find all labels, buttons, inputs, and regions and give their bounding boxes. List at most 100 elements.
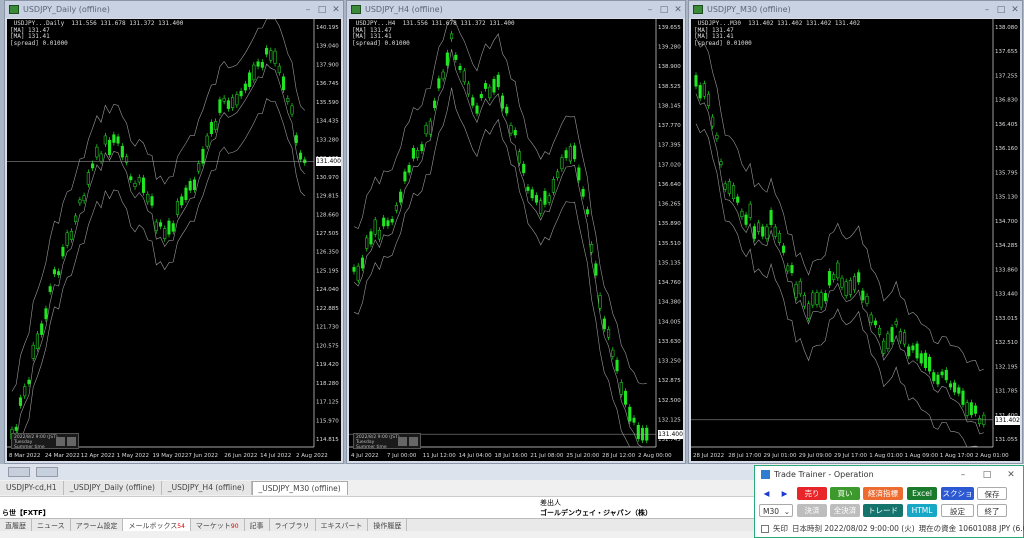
panel-button[interactable] xyxy=(56,437,65,446)
close-icon[interactable]: ✕ xyxy=(329,5,343,15)
y-tick-label: 133.280 xyxy=(316,137,339,143)
minimize-icon[interactable]: – xyxy=(980,5,994,15)
terminal-tab-news[interactable]: ニュース xyxy=(32,519,71,531)
maximize-icon[interactable]: □ xyxy=(315,5,329,15)
terminal-tab-market[interactable]: マーケット90 xyxy=(191,519,245,531)
panel-button[interactable] xyxy=(398,437,407,446)
y-tick-label: 133.250 xyxy=(658,359,681,365)
buy-button[interactable]: 買い xyxy=(830,487,860,500)
candle-body xyxy=(911,345,915,351)
chart-titlebar[interactable]: USDJPY_H4 (offline) – □ ✕ xyxy=(347,1,685,18)
close-icon[interactable]: ✕ xyxy=(671,5,685,15)
chart-plot[interactable]: 139.655 139.280 138.900 138.525 138.145 137.7… xyxy=(349,19,683,461)
terminal-tab-library[interactable]: ライブラリ xyxy=(270,519,316,531)
excel-button[interactable]: Excel xyxy=(907,487,937,500)
chart-tab[interactable]: _USDJPY_Daily (offline) xyxy=(63,481,162,495)
terminal-tab-experts[interactable]: エキスパート xyxy=(316,519,369,531)
candle-body xyxy=(18,397,23,406)
candle-body xyxy=(420,144,424,152)
candle-body xyxy=(226,100,230,109)
candle-body xyxy=(483,83,488,89)
panel-button[interactable] xyxy=(409,437,418,446)
terminal-tab-history[interactable]: 直履歴 xyxy=(0,519,32,531)
chart-plot[interactable]: 140.195 139.040 137.900 136.745 135.590 134.4… xyxy=(7,19,341,461)
y-tick-label: 133.630 xyxy=(658,339,681,345)
save-button[interactable]: 保存 xyxy=(977,487,1007,500)
terminal-tab-journal[interactable]: 操作履歴 xyxy=(368,519,408,531)
candle-body xyxy=(52,269,56,275)
panel-button[interactable] xyxy=(67,437,76,446)
candle-body xyxy=(44,308,48,320)
timeframe-select[interactable]: M30 ⌄ xyxy=(759,504,793,517)
maximize-icon[interactable]: □ xyxy=(994,5,1008,15)
y-tick-label: 117.125 xyxy=(316,400,339,406)
next-button[interactable]: ▶ xyxy=(777,487,792,500)
maximize-icon[interactable]: □ xyxy=(657,5,671,15)
candle-body xyxy=(915,343,919,359)
candle-body xyxy=(936,374,940,385)
chart-tab-active[interactable]: _USDJPY_M30 (offline) xyxy=(251,481,348,495)
japan-time: 日本時刻 2022/08/02 9:00:00 (火) xyxy=(792,524,915,533)
candle-body xyxy=(205,135,209,147)
candle-body xyxy=(294,135,298,143)
candle-body xyxy=(290,105,294,115)
chart-window-h4[interactable]: USDJPY_H4 (offline) – □ ✕ 139.655 139.280 13… xyxy=(346,0,686,464)
settle-all-button[interactable]: 全決済 xyxy=(830,504,860,517)
indicator-button[interactable]: 経済指標 xyxy=(863,487,903,500)
candle-body xyxy=(940,371,944,376)
toolbar-button[interactable] xyxy=(36,467,58,477)
candle-body xyxy=(702,83,706,97)
terminal-tab-articles[interactable]: 記事 xyxy=(245,519,270,531)
y-tick-label: 135.135 xyxy=(658,260,681,266)
candle-body xyxy=(777,233,781,243)
close-icon[interactable]: ✕ xyxy=(1008,5,1022,15)
x-tick-label: 8 Mar 2022 xyxy=(9,453,40,459)
screenshot-button[interactable]: スクショ xyxy=(941,487,974,500)
column-header-from[interactable]: 差出人 xyxy=(540,498,561,508)
trade-trainer-titlebar[interactable]: Trade Trainer - Operation – □ ✕ xyxy=(755,466,1023,483)
y-tick-label: 132.500 xyxy=(658,398,681,404)
candle-body xyxy=(844,281,848,296)
chart-window-m30[interactable]: USDJPY_M30 (offline) – □ ✕ 138.080 137.655 1… xyxy=(688,0,1023,464)
sell-button[interactable]: 売り xyxy=(797,487,827,500)
y-tick-label: 124.040 xyxy=(316,287,339,293)
chart-tab[interactable]: USDJPY-cd,H1 xyxy=(0,481,64,495)
band-line xyxy=(353,87,647,448)
y-tick-label: 121.730 xyxy=(316,325,339,331)
y-tick-label: 139.040 xyxy=(316,44,339,50)
minimize-icon[interactable]: – xyxy=(643,5,657,15)
toolbar-button[interactable] xyxy=(8,467,30,477)
terminal-row[interactable]: ら世【FXTF】 ゴールデンウェイ・ジャパン（株） xyxy=(0,508,755,518)
candle-body xyxy=(969,402,973,416)
arrow-checkbox[interactable] xyxy=(761,524,769,533)
trade-button[interactable]: トレード xyxy=(863,504,903,517)
chart-titlebar[interactable]: USDJPY_M30 (offline) – □ ✕ xyxy=(689,1,1022,18)
candle-body xyxy=(108,139,112,155)
settle-button[interactable]: 決済 xyxy=(797,504,827,517)
terminal-tab-mailbox[interactable]: メールボックス54 xyxy=(123,519,191,531)
chart-tab[interactable]: _USDJPY_H4 (offline) xyxy=(161,481,252,495)
chart-titlebar[interactable]: USDJPY_Daily (offline) – □ ✕ xyxy=(5,1,343,18)
minimize-icon[interactable]: – xyxy=(951,470,975,480)
settings-button[interactable]: 設定 xyxy=(941,504,974,517)
candle-body xyxy=(961,390,965,405)
candle-body xyxy=(112,134,116,143)
exit-button[interactable]: 終了 xyxy=(977,504,1007,517)
close-icon[interactable]: ✕ xyxy=(999,470,1023,480)
band-line xyxy=(11,63,306,448)
minimize-icon[interactable]: – xyxy=(301,5,315,15)
candle-body xyxy=(133,183,137,187)
y-tick-label: 114.815 xyxy=(316,437,339,443)
candle-body xyxy=(386,220,390,226)
candle-body xyxy=(807,303,811,319)
candle-body xyxy=(619,382,623,395)
chart-window-daily[interactable]: USDJPY_Daily (offline) – □ ✕ 140.195 139.04… xyxy=(4,0,344,464)
terminal-tab-alarms[interactable]: アラーム設定 xyxy=(71,519,124,531)
x-tick-label: 19 May 2022 xyxy=(153,453,189,459)
html-button[interactable]: HTML xyxy=(907,504,937,517)
chart-plot[interactable]: 138.080 137.655 137.255 136.830 136.405 136.1… xyxy=(691,19,1020,461)
candle-body xyxy=(235,94,239,106)
candle-body xyxy=(534,195,538,203)
maximize-icon[interactable]: □ xyxy=(975,470,999,480)
prev-button[interactable]: ◀ xyxy=(759,487,774,500)
